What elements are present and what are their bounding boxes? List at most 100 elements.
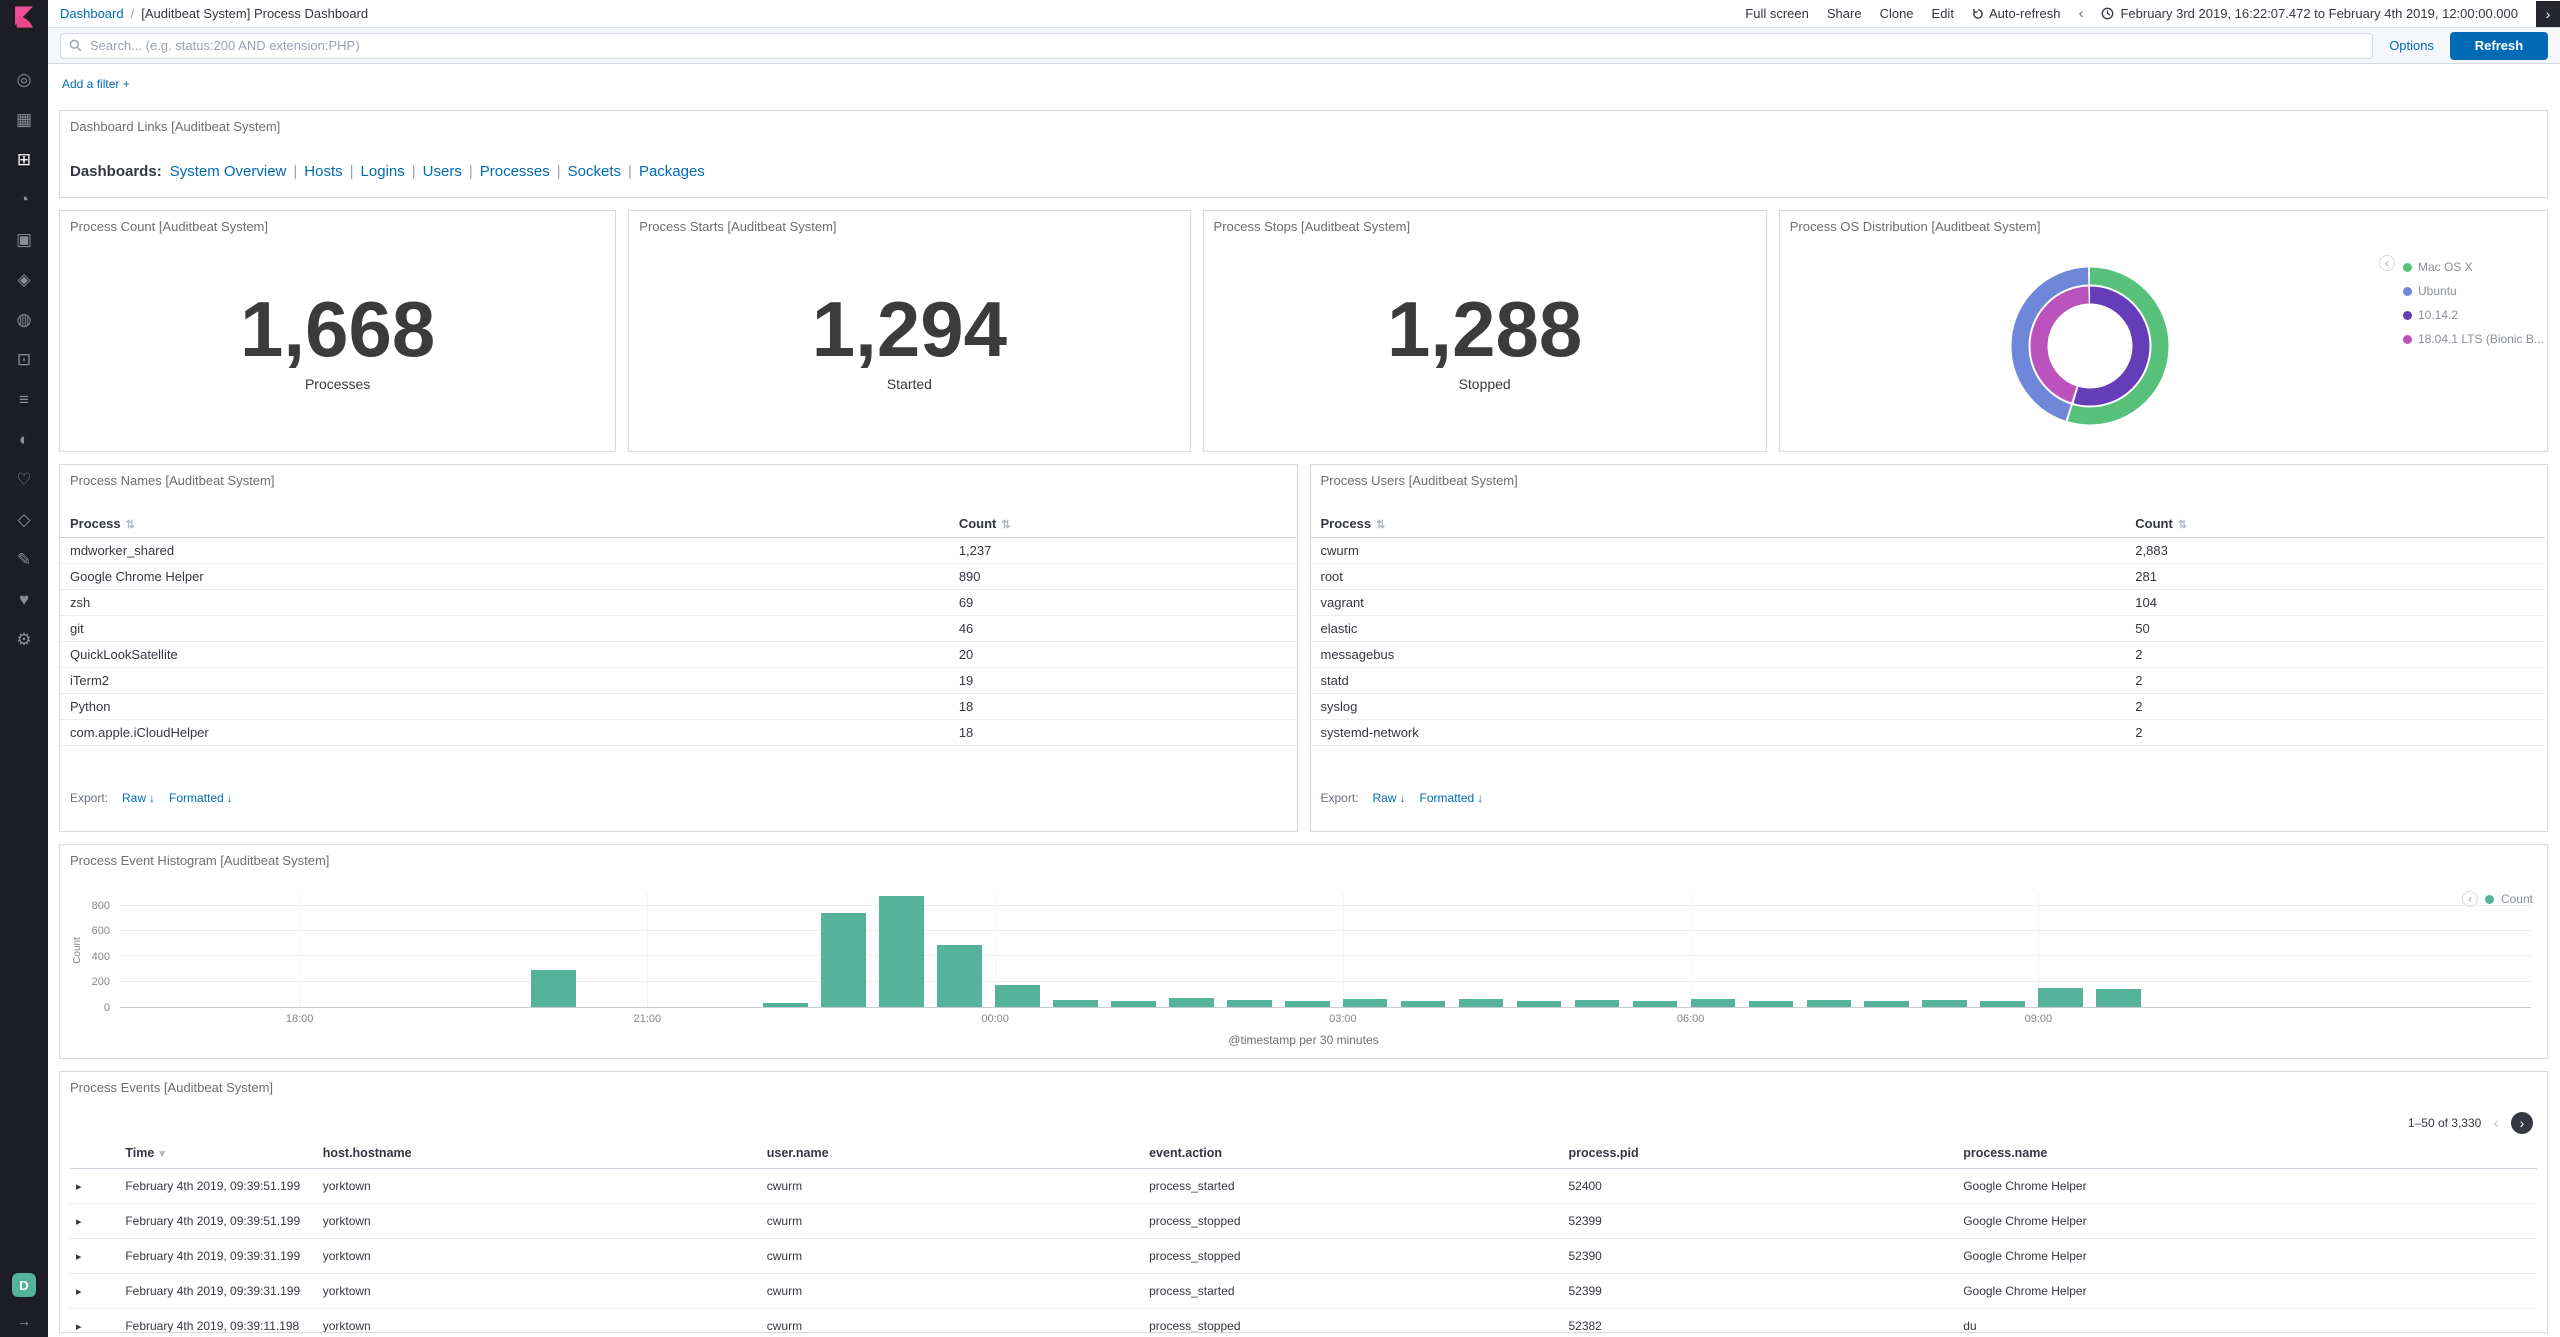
download-icon: ↓ [1399, 791, 1406, 805]
query-options-link[interactable]: Options [2389, 38, 2434, 53]
histogram-bar[interactable] [531, 970, 577, 1007]
sidebar-item-canvas-icon[interactable]: ▣ [0, 220, 48, 260]
dashboard-link-processes[interactable]: Processes [480, 163, 550, 180]
sidebar-item-timelion-icon[interactable]: ◔ [0, 180, 48, 220]
histogram-bar[interactable] [2038, 988, 2083, 1007]
histogram-bar[interactable] [1632, 1000, 1678, 1007]
export-formatted-link[interactable]: Formatted ↓ [169, 791, 233, 805]
users-header-count[interactable]: Count ⇅ [2125, 510, 2545, 538]
histogram-bar[interactable] [1574, 1000, 1620, 1007]
dashboard-link-hosts[interactable]: Hosts [304, 163, 342, 180]
histogram-bar[interactable] [937, 944, 982, 1007]
sidebar-item-logs-icon[interactable]: ≡ [0, 380, 48, 420]
events-cell-Time: February 4th 2019, 09:39:11.198 [119, 1308, 317, 1332]
topnav-share-button[interactable]: Share [1827, 6, 1862, 21]
pagination-prev-button[interactable]: ‹ [2493, 1113, 2499, 1133]
events-header-process-pid[interactable]: process.pid [1562, 1138, 1958, 1169]
events-header-process-name[interactable]: process.name [1957, 1138, 2537, 1169]
refresh-button[interactable]: Refresh [2450, 31, 2548, 60]
sidebar-item-machine-learning-icon[interactable]: ◍ [0, 300, 48, 340]
auto-refresh-button[interactable]: Auto-refresh [1972, 6, 2060, 21]
names-table-row: git 46 [60, 615, 1295, 642]
legend-item-mac-os-x[interactable]: Mac OS X [2403, 255, 2537, 279]
time-range-picker[interactable]: February 3rd 2019, 16:22:07.472 to Febru… [2101, 6, 2518, 21]
top-nav-bar: Dashboard / [Auditbeat System] Process D… [48, 0, 2560, 28]
panel-title: Process Events [Auditbeat System] [70, 1080, 274, 1095]
legend-item-18-04-1-lts-bionic-b[interactable]: 18.04.1 LTS (Bionic B... [2403, 327, 2544, 351]
histogram-bar[interactable] [1111, 1001, 1156, 1007]
sidebar-expand-icon[interactable]: → [17, 1313, 31, 1329]
histogram-bar[interactable] [879, 895, 924, 1007]
names-count-cell: 890 [948, 563, 1295, 590]
expand-row-icon[interactable]: ▸ [76, 1181, 82, 1193]
export-raw-link[interactable]: Raw ↓ [1373, 791, 1406, 805]
sidebar-item-management-icon[interactable]: ⚙ [0, 620, 48, 660]
users-count-cell: 2 [2125, 719, 2545, 746]
dashboard-link-system-overview[interactable]: System Overview [170, 163, 287, 180]
search-input[interactable] [90, 38, 2365, 53]
topnav-edit-button[interactable]: Edit [1932, 6, 1954, 21]
sidebar-item-uptime-icon[interactable]: ♡ [0, 460, 48, 500]
sidebar-item-dashboard-icon[interactable]: ⊞ [0, 140, 48, 180]
expand-row-icon[interactable]: ▸ [76, 1216, 82, 1228]
time-back-button[interactable]: ‹ [2078, 5, 2083, 22]
histogram-bar[interactable] [1922, 1000, 1968, 1007]
histogram-bar[interactable] [1980, 1000, 2025, 1007]
histogram-bar[interactable] [1169, 998, 1214, 1007]
histogram-bar[interactable] [2096, 989, 2141, 1007]
legend-toggle-icon[interactable]: ‹ [2379, 255, 2395, 271]
export-formatted-link[interactable]: Formatted ↓ [1420, 791, 1484, 805]
space-avatar-default[interactable]: D [12, 1273, 36, 1297]
panel-process-count: Process Count [Auditbeat System] 1,668 P… [59, 210, 617, 452]
time-range-label: February 3rd 2019, 16:22:07.472 to Febru… [2120, 6, 2518, 21]
legend-item-ubuntu[interactable]: Ubuntu [2403, 279, 2537, 303]
sidebar-item-discover-icon[interactable]: ◎ [0, 60, 48, 100]
histogram-bar[interactable] [1748, 1000, 1794, 1007]
sidebar-item-infrastructure-icon[interactable]: ⊡ [0, 340, 48, 380]
sidebar-item-maps-icon[interactable]: ◈ [0, 260, 48, 300]
dashboard-link-sockets[interactable]: Sockets [568, 163, 621, 180]
topnav-clone-button[interactable]: Clone [1880, 6, 1914, 21]
dashboard-link-users[interactable]: Users [423, 163, 462, 180]
names-header-count[interactable]: Count ⇅ [948, 510, 1295, 538]
sidebar-item-apm-icon[interactable]: ◐ [0, 420, 48, 460]
events-header-event-action[interactable]: event.action [1143, 1138, 1563, 1169]
histogram-bar[interactable] [1053, 1000, 1098, 1007]
histogram-bar[interactable] [1806, 1000, 1852, 1007]
sidebar-item-monitoring-icon[interactable]: ♥ [0, 580, 48, 620]
breadcrumb-dashboard-link[interactable]: Dashboard [60, 6, 124, 21]
histogram-bar[interactable] [1864, 1001, 1910, 1007]
histogram-bar[interactable] [1516, 1001, 1562, 1007]
expand-row-icon[interactable]: ▸ [76, 1286, 82, 1298]
legend-item-10-14-2[interactable]: 10.14.2 [2403, 303, 2537, 327]
names-header-process[interactable]: Process ⇅ [60, 510, 949, 538]
sidebar-item-visualize-icon[interactable]: ▦ [0, 100, 48, 140]
histogram-bar[interactable] [821, 913, 866, 1007]
expand-row-icon[interactable]: ▸ [76, 1251, 82, 1263]
topnav-full-screen-button[interactable]: Full screen [1745, 6, 1809, 21]
histogram-bar[interactable] [1226, 1000, 1272, 1007]
histogram-bar[interactable] [1458, 999, 1504, 1007]
dashboard-link-logins[interactable]: Logins [361, 163, 405, 180]
histogram-bar[interactable] [1400, 1000, 1446, 1007]
events-header-user-name[interactable]: user.name [760, 1138, 1144, 1169]
users-header-process[interactable]: Process ⇅ [1310, 510, 2126, 538]
expand-column-header [70, 1138, 120, 1169]
names-table-row: iTerm2 19 [60, 667, 1295, 694]
histogram-bar[interactable] [1690, 999, 1736, 1007]
events-header-Time[interactable]: Time ▾ [119, 1138, 317, 1169]
histogram-bar[interactable] [1342, 998, 1388, 1007]
sidebar-item-dev-tools-icon[interactable]: ✎ [0, 540, 48, 580]
expand-row-icon[interactable]: ▸ [76, 1321, 82, 1332]
export-raw-link[interactable]: Raw ↓ [122, 791, 155, 805]
pagination-next-button[interactable]: › [2511, 1112, 2533, 1134]
dashboard-link-packages[interactable]: Packages [639, 163, 705, 180]
histogram-bar[interactable] [995, 985, 1040, 1007]
histogram-bar[interactable] [763, 1003, 808, 1007]
add-filter-link[interactable]: Add a filter + [62, 77, 130, 91]
time-forward-button[interactable]: › [2536, 0, 2560, 27]
kibana-logo[interactable] [0, 0, 48, 34]
events-header-host-hostname[interactable]: host.hostname [316, 1138, 761, 1169]
sidebar-item-graph-icon[interactable]: ◇ [0, 500, 48, 540]
histogram-bar[interactable] [1284, 1000, 1330, 1007]
